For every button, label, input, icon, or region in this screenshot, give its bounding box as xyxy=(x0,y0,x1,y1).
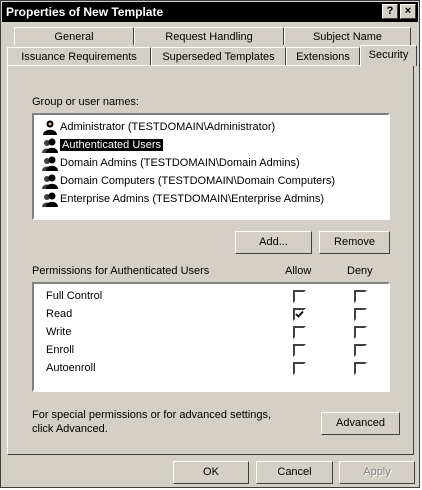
advanced-button[interactable]: Advanced xyxy=(321,412,400,435)
ok-button[interactable]: OK xyxy=(173,461,249,484)
permission-name: Full Control xyxy=(46,290,103,302)
allow-header: Allow xyxy=(285,265,312,277)
deny-checkbox-write[interactable] xyxy=(354,326,367,339)
title-bar[interactable]: Properties of New Template ? × xyxy=(2,2,418,22)
apply-button[interactable]: Apply xyxy=(339,461,415,484)
add-button[interactable]: Add... xyxy=(235,231,312,254)
permission-name: Write xyxy=(46,326,72,338)
deny-checkbox-read[interactable] xyxy=(354,308,367,321)
user-icon xyxy=(43,120,57,135)
deny-checkbox-enroll[interactable] xyxy=(354,344,367,357)
group-icon xyxy=(42,156,58,171)
permission-name: Enroll xyxy=(46,344,75,356)
permission-name: Read xyxy=(46,308,73,320)
help-button[interactable]: ? xyxy=(382,4,398,19)
deny-header: Deny xyxy=(347,265,373,277)
user-row-enterprise-admins[interactable]: Enterprise Admins (TESTDOMAIN\Enterprise… xyxy=(38,191,384,208)
group-icon xyxy=(42,138,58,153)
tab-subject-name[interactable]: Subject Name xyxy=(284,27,411,45)
deny-checkbox-autoenroll[interactable] xyxy=(354,362,367,375)
remove-button[interactable]: Remove xyxy=(319,231,390,254)
permissions-list[interactable]: Full Control Read Write Enroll Autoenrol… xyxy=(32,282,390,392)
close-button[interactable]: × xyxy=(400,4,416,19)
cancel-button[interactable]: Cancel xyxy=(256,461,333,484)
permissions-label: Permissions for Authenticated Users xyxy=(32,265,210,277)
group-icon xyxy=(42,192,58,207)
tab-request-handling[interactable]: Request Handling xyxy=(134,27,284,45)
allow-checkbox-enroll[interactable] xyxy=(293,344,306,357)
user-row-domain-computers[interactable]: Domain Computers (TESTDOMAIN\Domain Comp… xyxy=(38,173,384,190)
tab-extensions[interactable]: Extensions xyxy=(286,47,360,65)
allow-checkbox-read[interactable] xyxy=(293,308,306,321)
tab-superseded-templates[interactable]: Superseded Templates xyxy=(151,47,286,65)
user-row-authenticated-users[interactable]: Authenticated Users xyxy=(38,137,384,154)
user-list[interactable]: Administrator (TESTDOMAIN\Administrator)… xyxy=(32,113,390,220)
tab-issuance-requirements[interactable]: Issuance Requirements xyxy=(7,47,151,65)
tab-security[interactable]: Security xyxy=(360,45,417,66)
tab-general[interactable]: General xyxy=(14,27,134,45)
permission-name: Autoenroll xyxy=(46,362,96,374)
allow-checkbox-write[interactable] xyxy=(293,326,306,339)
checkmark-icon xyxy=(295,310,304,318)
user-row-domain-admins[interactable]: Domain Admins (TESTDOMAIN\Domain Admins) xyxy=(38,155,384,172)
deny-checkbox-full-control[interactable] xyxy=(354,290,367,303)
group-label: Group or user names: xyxy=(32,96,139,108)
properties-dialog: Properties of New Template ? × General R… xyxy=(0,0,420,488)
window-title: Properties of New Template xyxy=(6,5,164,19)
security-panel: Group or user names: Administrator (TEST… xyxy=(7,65,414,455)
advanced-note: For special permissions or for advanced … xyxy=(32,409,272,435)
allow-checkbox-full-control[interactable] xyxy=(293,290,306,303)
user-row-administrator[interactable]: Administrator (TESTDOMAIN\Administrator) xyxy=(38,119,384,136)
allow-checkbox-autoenroll[interactable] xyxy=(293,362,306,375)
group-icon xyxy=(42,174,58,189)
